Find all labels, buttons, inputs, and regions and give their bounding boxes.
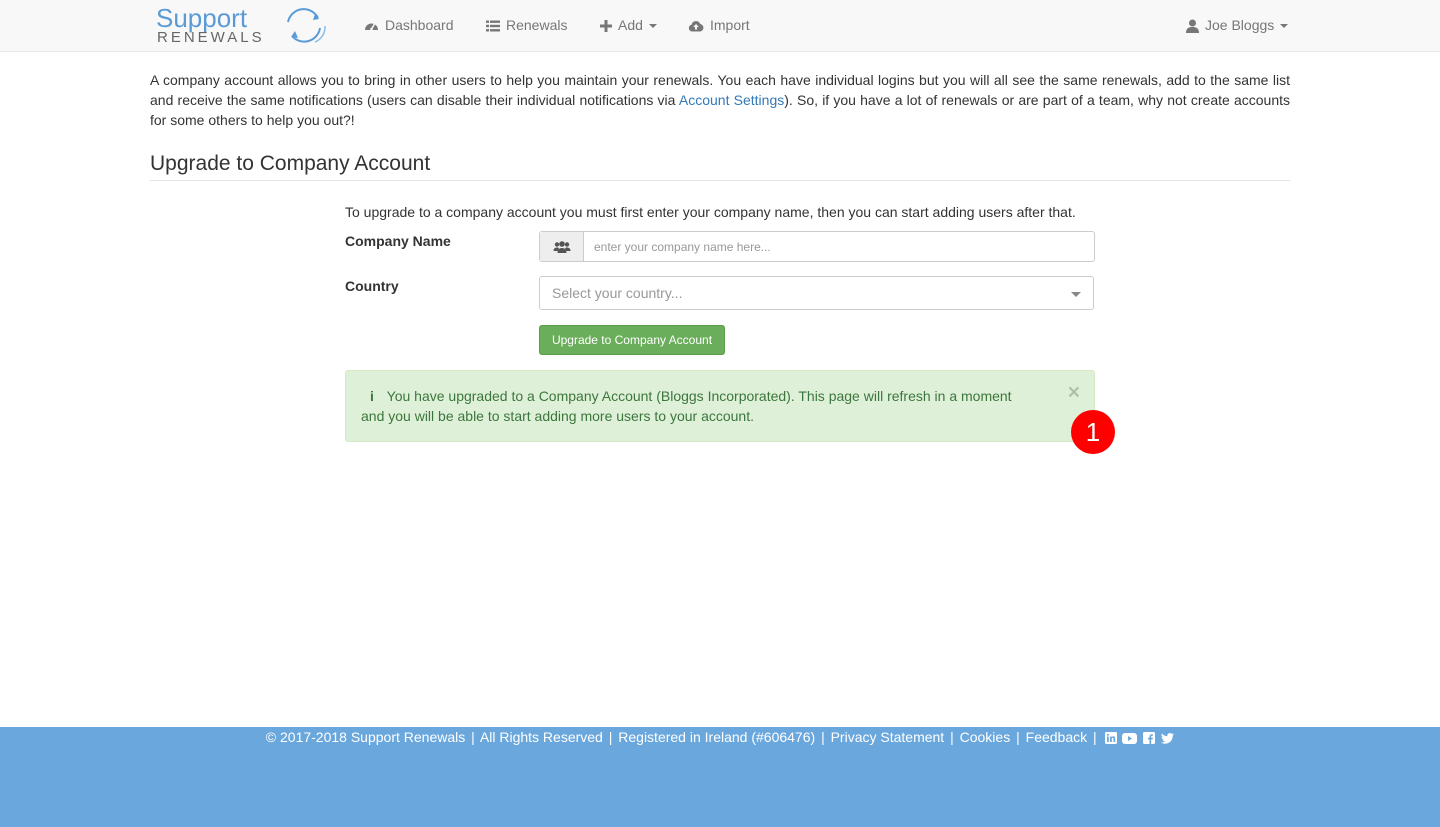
nav-renewals-label: Renewals	[506, 17, 568, 33]
nav-dashboard[interactable]: Dashboard	[364, 0, 454, 51]
footer-separator: |	[1093, 729, 1097, 745]
footer-registered: Registered in Ireland (#606476)	[618, 729, 816, 745]
footer-separator: |	[950, 729, 954, 745]
support-renewals-logo[interactable]: Support RENEWALS	[155, 4, 345, 48]
company-name-label: Company Name	[345, 233, 451, 249]
footer-separator: |	[1016, 729, 1020, 745]
privacy-statement-link[interactable]: Privacy Statement	[831, 729, 945, 745]
list-icon	[486, 20, 500, 31]
footer-copyright: 2017-2018 Support Renewals	[280, 729, 466, 745]
nav-add-label: Add	[618, 17, 643, 33]
info-icon: i	[370, 388, 374, 404]
country-label: Country	[345, 278, 399, 294]
logo-text-bottom: RENEWALS	[157, 29, 265, 46]
upgrade-button[interactable]: Upgrade to Company Account	[539, 325, 725, 355]
alert-message: You have upgraded to a Company Account (…	[361, 388, 1012, 424]
footer-separator: |	[471, 729, 475, 745]
user-menu-dropdown[interactable]: Joe Bloggs	[1186, 0, 1289, 51]
cookies-link[interactable]: Cookies	[960, 729, 1011, 745]
nav-add-dropdown[interactable]: Add	[600, 0, 657, 51]
feedback-link[interactable]: Feedback	[1026, 729, 1087, 745]
step-marker-badge: 1	[1071, 410, 1115, 454]
chevron-down-icon	[1071, 292, 1081, 297]
chevron-down-icon	[1280, 23, 1289, 28]
users-icon	[553, 240, 570, 253]
company-name-addon	[540, 232, 584, 261]
upgrade-help-text: To upgrade to a company account you must…	[345, 204, 1076, 220]
country-select[interactable]: Select your country...	[539, 276, 1094, 310]
youtube-icon[interactable]	[1122, 733, 1138, 744]
nav-import[interactable]: Import	[688, 0, 750, 51]
user-name: Joe Bloggs	[1205, 17, 1275, 33]
linkedin-icon[interactable]	[1104, 732, 1117, 744]
intro-paragraph: A company account allows you to bring in…	[150, 70, 1290, 130]
nav-dashboard-label: Dashboard	[385, 17, 454, 33]
footer-links: © 2017-2018 Support Renewals | All Right…	[0, 729, 1440, 745]
facebook-icon[interactable]	[1143, 732, 1156, 744]
footer-separator: |	[821, 729, 825, 745]
nav-renewals[interactable]: Renewals	[486, 0, 567, 51]
company-name-input[interactable]	[584, 232, 1094, 261]
copyright-icon: ©	[265, 729, 277, 745]
company-name-input-group	[539, 231, 1095, 262]
success-alert: i You have upgraded to a Company Account…	[345, 370, 1095, 442]
close-icon[interactable]: ×	[1068, 382, 1080, 403]
cloud-upload-icon	[688, 20, 704, 31]
nav-import-label: Import	[710, 17, 750, 33]
page-title: Upgrade to Company Account	[150, 150, 1290, 181]
chevron-down-icon	[648, 23, 657, 28]
country-select-placeholder: Select your country...	[552, 285, 683, 301]
account-settings-link[interactable]: Account Settings	[679, 92, 784, 108]
footer-separator: |	[608, 729, 613, 745]
dashboard-icon	[365, 23, 378, 31]
top-navbar: Support RENEWALS Dashboard Renewals Add	[0, 0, 1440, 52]
user-icon	[1186, 19, 1199, 33]
twitter-icon[interactable]	[1161, 733, 1175, 744]
plus-icon	[600, 19, 612, 32]
footer-rights: All Rights Reserved	[479, 729, 603, 745]
footer: © 2017-2018 Support Renewals | All Right…	[0, 727, 1440, 827]
